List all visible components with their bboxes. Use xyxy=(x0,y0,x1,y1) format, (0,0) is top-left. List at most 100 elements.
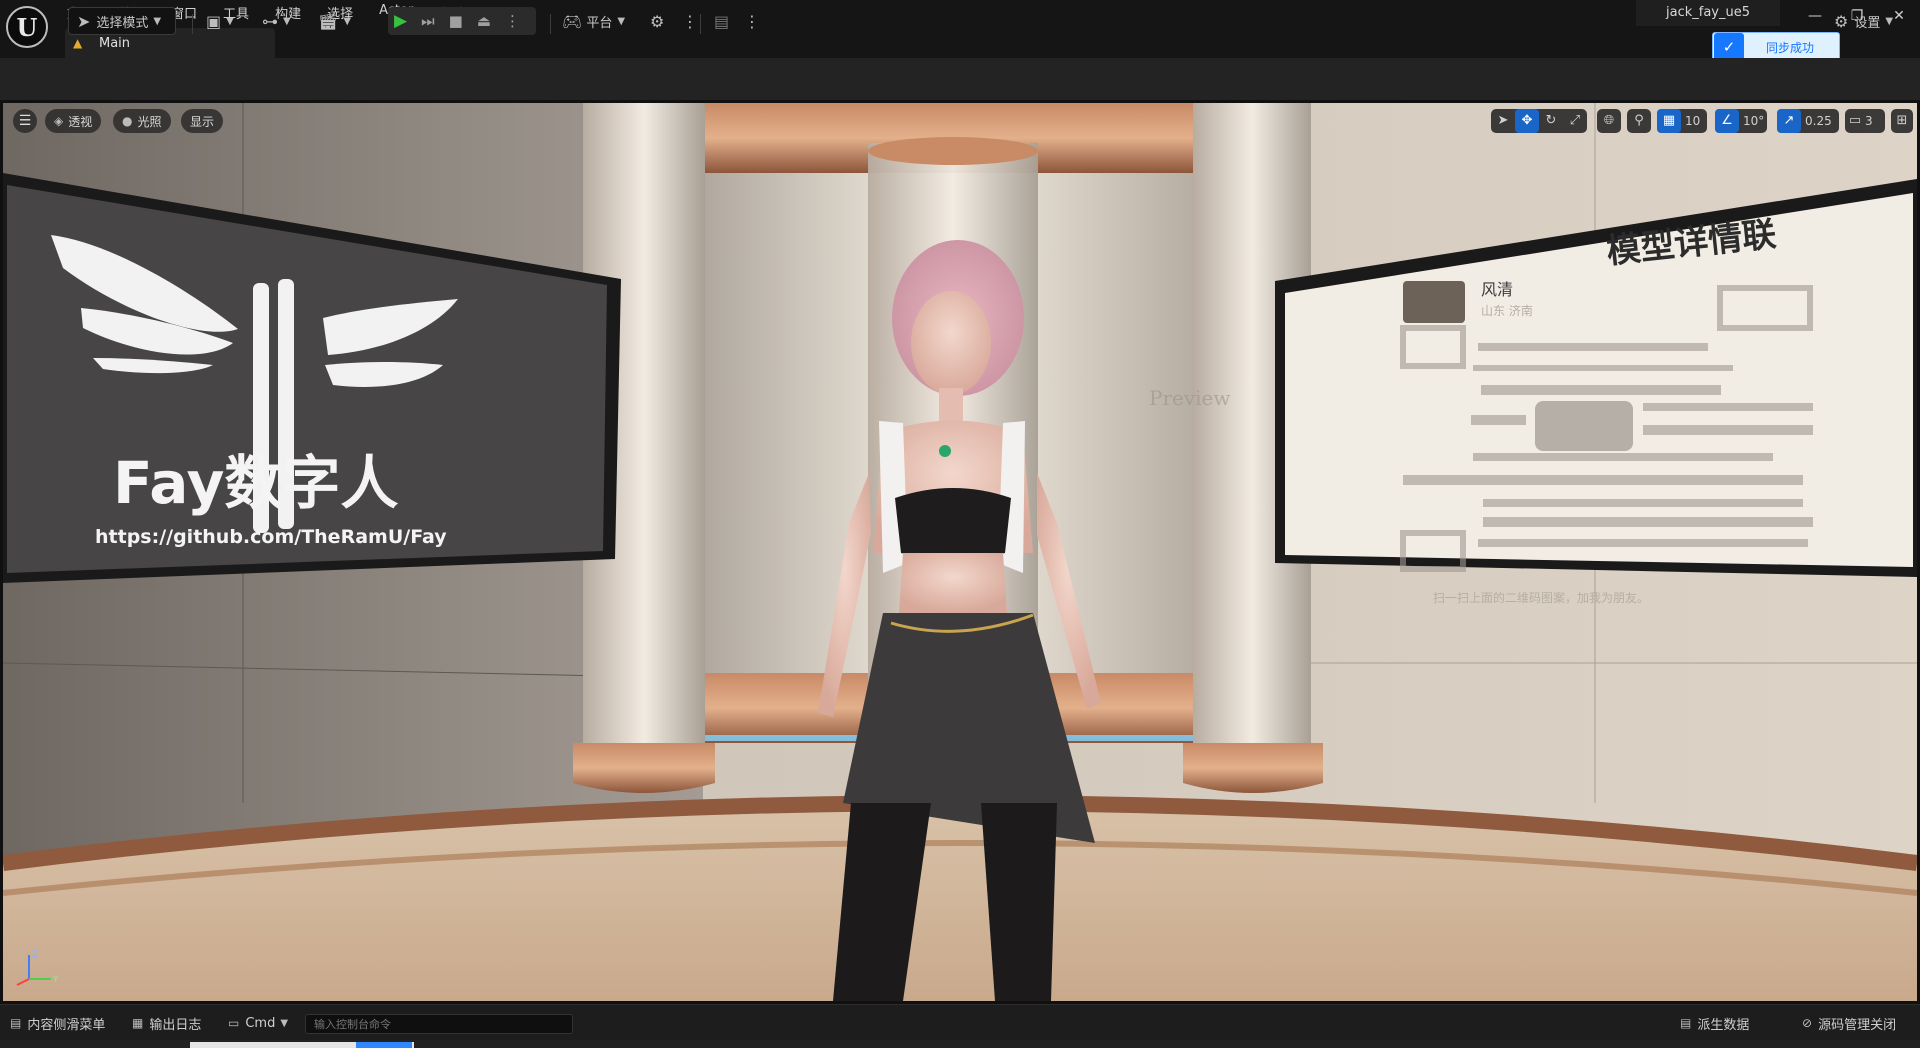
modeling-tools-button[interactable]: ⚙︎ xyxy=(650,7,664,35)
viewport-layout-button[interactable]: ⊞ xyxy=(1891,109,1913,133)
world-local-toggle[interactable]: 🌐︎ xyxy=(1597,109,1621,133)
right-screen-caption: 扫一扫上面的二维码图案，加我为朋友。 xyxy=(1433,590,1649,605)
scale-icon[interactable]: ⤢ xyxy=(1563,109,1587,133)
rotation-snap-control[interactable]: ∠ 10° xyxy=(1715,109,1767,133)
settings-dropdown[interactable]: ⚙ 设置 ▼ xyxy=(1834,7,1893,35)
perspective-cube-icon: ◈ xyxy=(54,114,64,128)
right-screen-location: 山东 济南 xyxy=(1481,303,1533,318)
blueprint-button[interactable]: ⊶ ▼ xyxy=(262,7,291,35)
scale-arrow-icon: ↗ xyxy=(1777,109,1801,133)
watermark-text: Preview xyxy=(1149,386,1231,410)
lit-sphere-icon: ● xyxy=(122,114,133,128)
lighting-mode-button[interactable]: ● 光照 xyxy=(113,109,171,133)
terminal-icon: ▭ xyxy=(228,1016,240,1030)
chevron-down-icon: ▼ xyxy=(283,15,291,27)
sync-status-label: 同步成功 xyxy=(1766,40,1815,55)
rotate-icon[interactable]: ↻ xyxy=(1539,109,1563,133)
lighting-mode-label: 光照 xyxy=(137,114,162,129)
platform-dropdown[interactable]: 🎮︎ 平台 ▼ xyxy=(562,7,625,35)
camera-speed-control[interactable]: ▭ 3 xyxy=(1845,109,1885,133)
select-mode-label: 选择模式 xyxy=(96,15,149,31)
step-forward-icon[interactable]: ⏭︎ xyxy=(421,12,435,30)
derived-data-label: 派生数据 xyxy=(1697,1017,1750,1033)
output-log-label: 输出日志 xyxy=(149,1017,202,1033)
chevron-down-icon: ▼ xyxy=(226,15,234,27)
svg-text:Y: Y xyxy=(52,975,59,985)
select-cursor-icon[interactable]: ➤ xyxy=(1491,109,1515,133)
blueprint-icon: ⊶ xyxy=(262,11,278,31)
minimize-button[interactable]: — xyxy=(1800,4,1830,28)
transform-tools: ➤ ✥ ↻ ⤢ xyxy=(1491,109,1587,133)
sync-check-icon: ✓ xyxy=(1714,33,1744,61)
play-icon[interactable]: ▶ xyxy=(394,11,407,31)
more-options-icon[interactable]: ⋮ xyxy=(744,7,760,35)
settings-label: 设置 xyxy=(1854,15,1881,31)
scale-snap-control[interactable]: ↗ 0.25 xyxy=(1777,109,1839,133)
add-actor-button[interactable]: ▣ ▼ xyxy=(206,7,234,35)
axis-gizmo-icon: Z Y xyxy=(16,950,59,986)
select-mode-dropdown[interactable]: ➤ 选择模式 ▼ xyxy=(68,7,176,35)
content-drawer-label: 内容侧滑菜单 xyxy=(27,1017,106,1033)
viewport-menu-icon[interactable]: ☰ xyxy=(13,109,37,133)
unreal-logo-icon[interactable]: U xyxy=(6,6,48,48)
contact-avatar xyxy=(1403,281,1465,323)
main-toolbar xyxy=(0,58,1920,100)
camera-speed-value: 3 xyxy=(1865,114,1873,128)
chevron-down-icon: ▼ xyxy=(1885,15,1894,27)
layout-grid-icon: ⊞ xyxy=(1896,113,1908,128)
rotation-snap-value: 10° xyxy=(1743,114,1765,128)
left-screen-url: https://github.com/TheRamU/Fay xyxy=(95,526,447,548)
level-viewport[interactable]: Fay数字人 https://github.com/TheRamU/Fay 模型… xyxy=(0,100,1920,1004)
cursor-icon: ➤ xyxy=(77,11,91,31)
add-cube-icon: ▣ xyxy=(206,11,222,31)
svg-text:Z: Z xyxy=(32,950,38,960)
surface-snap-icon: ⚲ xyxy=(1634,113,1644,128)
source-control-button[interactable]: ⊘ 源码管理关闭 xyxy=(1802,1013,1896,1033)
angle-icon: ∠ xyxy=(1715,109,1739,133)
grid-snap-control[interactable]: ▦ 10 xyxy=(1657,109,1707,133)
toolbar-divider xyxy=(550,14,551,34)
output-log-button[interactable]: ▦ 输出日志 xyxy=(132,1013,201,1033)
more-options-icon[interactable]: ⋮ xyxy=(505,12,520,30)
source-control-toolbar-icon[interactable]: ▤ xyxy=(714,7,729,35)
view-mode-button[interactable]: ◈ 透视 xyxy=(45,109,102,133)
tab-main-label: Main xyxy=(99,35,131,51)
derived-data-icon: ▤ xyxy=(1680,1016,1692,1030)
project-user-label: jack_fay_ue5 xyxy=(1636,0,1780,26)
clapperboard-icon: 🎬︎ xyxy=(318,11,339,31)
level-icon: ▲ xyxy=(73,36,83,50)
content-drawer-icon: ▤ xyxy=(10,1016,22,1030)
source-control-label: 源码管理关闭 xyxy=(1818,1017,1897,1033)
grid-icon: ▦ xyxy=(1657,109,1681,133)
chevron-down-icon: ▼ xyxy=(280,1017,289,1029)
eject-icon[interactable]: ⏏︎ xyxy=(477,12,491,30)
cinematics-button[interactable]: 🎬︎ ▼ xyxy=(318,7,351,35)
play-controls: ▶ ⏭︎ ■ ⏏︎ ⋮ xyxy=(388,7,536,35)
source-control-off-icon: ⊘ xyxy=(1802,1016,1813,1030)
progress-bar-fill xyxy=(356,1042,412,1048)
cmd-dropdown[interactable]: ▭ Cmd ▼ xyxy=(228,1013,288,1033)
gear-icon: ⚙ xyxy=(1834,11,1849,31)
cmd-label: Cmd xyxy=(245,1015,276,1031)
right-screen-name: 风清 xyxy=(1481,280,1513,299)
globe-icon: 🌐︎ xyxy=(1603,113,1615,128)
chevron-down-icon: ▼ xyxy=(617,15,626,27)
camera-icon: ▭ xyxy=(1848,113,1862,128)
translate-icon[interactable]: ✥ xyxy=(1515,109,1539,133)
console-command-input[interactable] xyxy=(305,1014,573,1034)
gamepad-icon: 🎮︎ xyxy=(562,11,583,31)
left-screen-title: Fay数字人 xyxy=(113,449,398,517)
grid-snap-value: 10 xyxy=(1685,114,1701,128)
scale-snap-value: 0.25 xyxy=(1805,114,1832,128)
surface-snap-toggle[interactable]: ⚲ xyxy=(1627,109,1651,133)
scene-render: Fay数字人 https://github.com/TheRamU/Fay 模型… xyxy=(3,103,1917,1001)
tools-icon: ⚙︎ xyxy=(650,11,665,31)
chevron-down-icon: ▼ xyxy=(343,15,352,27)
more-options-icon[interactable]: ⋮ xyxy=(682,7,698,35)
show-flags-button[interactable]: 显示 xyxy=(181,109,224,133)
content-drawer-button[interactable]: ▤ 内容侧滑菜单 xyxy=(10,1013,105,1033)
output-log-icon: ▦ xyxy=(132,1016,144,1030)
stop-icon[interactable]: ■ xyxy=(449,12,463,30)
toolbar-divider xyxy=(700,14,701,34)
derived-data-button[interactable]: ▤ 派生数据 xyxy=(1680,1013,1749,1033)
